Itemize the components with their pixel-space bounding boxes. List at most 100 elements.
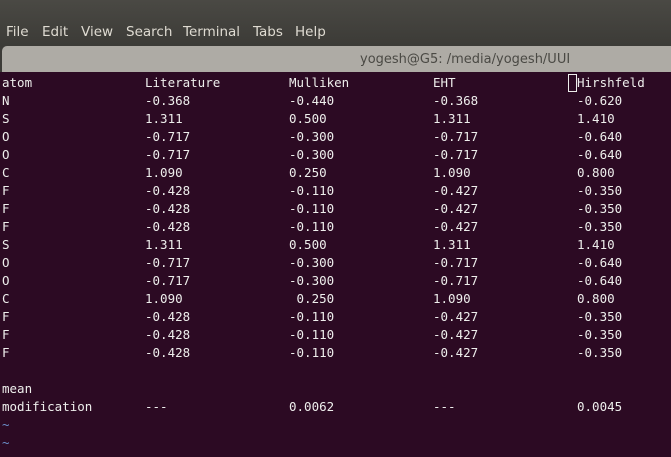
summary-hirshfeld: 0.0045: [577, 399, 623, 414]
cell-eht: -0.427: [433, 327, 479, 342]
cell-mulliken: 0.500: [289, 237, 327, 252]
cell-hirshfeld: -0.350: [577, 309, 623, 324]
cell-hirshfeld: -0.350: [577, 201, 623, 216]
header-mulliken: Mulliken: [289, 75, 350, 90]
cell-hirshfeld: -0.640: [577, 147, 623, 162]
cell-literature: 1.311: [145, 111, 183, 126]
cell-eht: -0.427: [433, 201, 479, 216]
menu-edit[interactable]: Edit: [42, 24, 68, 40]
cell-literature: 1.090: [145, 165, 183, 180]
cell-literature: 1.090: [145, 291, 183, 306]
cell-atom: F: [2, 183, 10, 198]
cell-mulliken: -0.300: [289, 255, 335, 270]
cell-atom: N: [2, 93, 10, 108]
menu-view[interactable]: View: [81, 24, 113, 40]
header-eht: EHT: [433, 75, 456, 90]
cell-eht: 1.090: [433, 291, 471, 306]
cell-literature: -0.428: [145, 219, 191, 234]
cell-atom: F: [2, 345, 10, 360]
menu-tabs[interactable]: Tabs: [253, 24, 283, 40]
cell-hirshfeld: 1.410: [577, 111, 615, 126]
cell-atom: F: [2, 219, 10, 234]
summary-mulliken: 0.0062: [289, 399, 335, 414]
menu-bar: File Edit View Search Terminal Tabs Help: [0, 0, 671, 45]
tab-bar: yogesh@G5: /media/yogesh/UUI: [0, 45, 671, 72]
menu-search[interactable]: Search: [126, 24, 172, 40]
cell-mulliken: -0.300: [289, 273, 335, 288]
empty-line-tilde: ~: [2, 435, 10, 450]
cell-literature: -0.717: [145, 273, 191, 288]
cell-atom: O: [2, 273, 10, 288]
terminal-output[interactable]: atom Literature Mulliken EHT Hirshfeld N -0.36…: [0, 72, 671, 457]
terminal-tab[interactable]: yogesh@G5: /media/yogesh/UUI: [2, 46, 671, 72]
menu-help[interactable]: Help: [295, 24, 326, 40]
cell-eht: -0.717: [433, 129, 479, 144]
cell-mulliken: -0.110: [289, 309, 335, 324]
cell-mulliken: -0.300: [289, 147, 335, 162]
cell-atom: O: [2, 255, 10, 270]
cell-atom: S: [2, 237, 10, 252]
cell-atom: O: [2, 147, 10, 162]
cell-literature: -0.428: [145, 327, 191, 342]
cell-mulliken: -0.110: [289, 201, 335, 216]
cell-mulliken: 0.250: [289, 165, 327, 180]
cell-mulliken: -0.440: [289, 93, 335, 108]
summary-eht: ---: [433, 399, 456, 414]
cell-hirshfeld: -0.620: [577, 93, 623, 108]
cell-hirshfeld: 1.410: [577, 237, 615, 252]
cell-mulliken: -0.110: [289, 327, 335, 342]
cell-eht: -0.427: [433, 219, 479, 234]
cell-hirshfeld: -0.640: [577, 273, 623, 288]
summary-label-mean: mean: [2, 381, 33, 396]
cell-hirshfeld: -0.350: [577, 219, 623, 234]
cell-atom: C: [2, 291, 10, 306]
cell-atom: C: [2, 165, 10, 180]
cell-eht: -0.717: [433, 273, 479, 288]
cell-hirshfeld: 0.800: [577, 165, 615, 180]
cell-eht: -0.427: [433, 309, 479, 324]
cell-mulliken: -0.110: [289, 219, 335, 234]
cell-atom: O: [2, 129, 10, 144]
cell-eht: -0.368: [433, 93, 479, 108]
cell-eht: -0.717: [433, 147, 479, 162]
cell-eht: 1.090: [433, 165, 471, 180]
cell-literature: 1.311: [145, 237, 183, 252]
cell-literature: -0.717: [145, 129, 191, 144]
cell-atom: F: [2, 309, 10, 324]
cell-mulliken: -0.110: [289, 345, 335, 360]
menu-file[interactable]: File: [6, 24, 29, 40]
cell-hirshfeld: -0.640: [577, 129, 623, 144]
menu-terminal[interactable]: Terminal: [183, 24, 240, 40]
cell-literature: -0.428: [145, 201, 191, 216]
header-literature: Literature: [145, 75, 221, 90]
cell-eht: -0.717: [433, 255, 479, 270]
cell-literature: -0.368: [145, 93, 191, 108]
cell-literature: -0.428: [145, 345, 191, 360]
cell-hirshfeld: 0.800: [577, 291, 615, 306]
empty-line-tilde: ~: [2, 417, 10, 432]
cell-mulliken: -0.300: [289, 129, 335, 144]
cell-mulliken: -0.110: [289, 183, 335, 198]
cell-hirshfeld: -0.350: [577, 327, 623, 342]
cell-mulliken: 0.500: [289, 111, 327, 126]
cell-atom: S: [2, 111, 10, 126]
cell-eht: 1.311: [433, 111, 471, 126]
cell-hirshfeld: -0.640: [577, 255, 623, 270]
cell-eht: -0.427: [433, 345, 479, 360]
header-atom: atom: [2, 75, 33, 90]
cell-literature: -0.428: [145, 309, 191, 324]
header-hirshfeld: Hirshfeld: [577, 75, 645, 90]
cell-hirshfeld: -0.350: [577, 183, 623, 198]
cell-hirshfeld: -0.350: [577, 345, 623, 360]
cell-mulliken: 0.250: [289, 291, 335, 306]
cell-atom: F: [2, 327, 10, 342]
cell-literature: -0.717: [145, 147, 191, 162]
cell-eht: 1.311: [433, 237, 471, 252]
summary-literature: ---: [145, 399, 168, 414]
window-title: yogesh@G5: /media/yogesh/UUI: [360, 52, 571, 67]
summary-atom: modification: [2, 399, 93, 414]
cell-eht: -0.427: [433, 183, 479, 198]
cell-literature: -0.717: [145, 255, 191, 270]
text-cursor: [568, 74, 577, 92]
cell-atom: F: [2, 201, 10, 216]
